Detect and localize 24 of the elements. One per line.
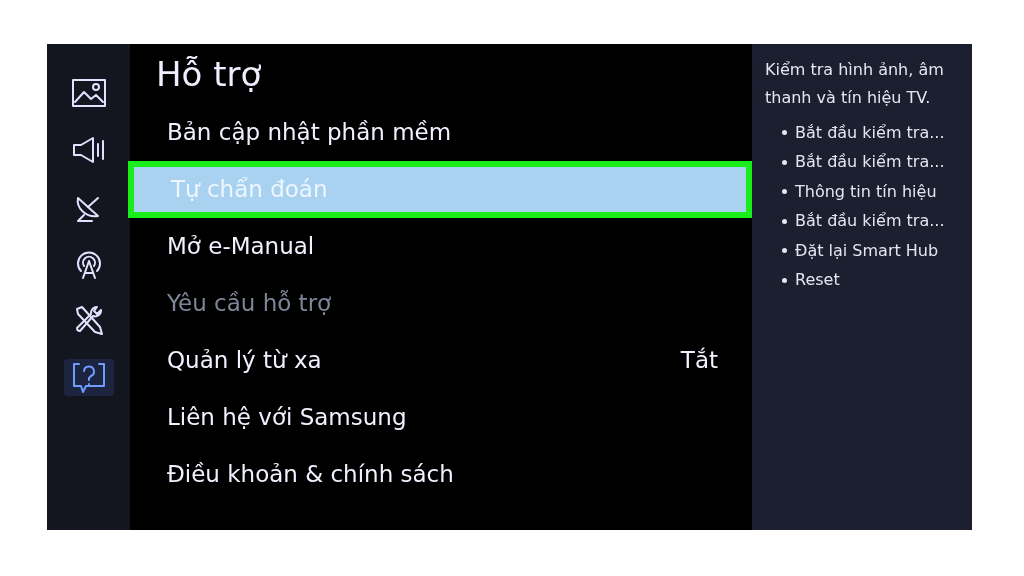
speaker-icon [70,134,107,165]
bullet-icon [782,189,787,195]
menu-item[interactable]: Điều khoản & chính sách [130,446,752,503]
picture-icon [70,77,107,108]
sidebar-item[interactable] [63,359,114,396]
bullet-icon [782,277,787,283]
info-item: Reset [795,269,840,292]
help-icon [70,360,107,395]
info-item: Đặt lại Smart Hub [795,239,939,262]
menu-item-value: Tắt [680,346,718,376]
menu-item[interactable]: Liên hệ với Samsung [130,389,752,446]
bullet-icon [782,218,787,224]
bullet-icon [782,248,787,254]
info-item: Bắt đầu kiểm tra... [795,210,945,233]
menu-item[interactable]: Mở e-Manual [130,218,752,275]
bullet-icon [782,130,787,136]
info-description: Kiểm tra hình ảnh, âm thanh và tín hiệu TV. [765,59,945,109]
info-item: Bắt đầu kiểm tra... [795,151,945,174]
info-item: Thông tin tín hiệu [795,180,937,203]
menu-item[interactable]: Quản lý từ xa Tắt [130,332,752,389]
bullet-icon [782,159,787,165]
info-item: Bắt đầu kiểm tra... [795,121,945,144]
menu-title: Hỗ trợ [155,53,263,96]
menu-item[interactable]: Bản cập nhật phần mềm [130,104,752,161]
